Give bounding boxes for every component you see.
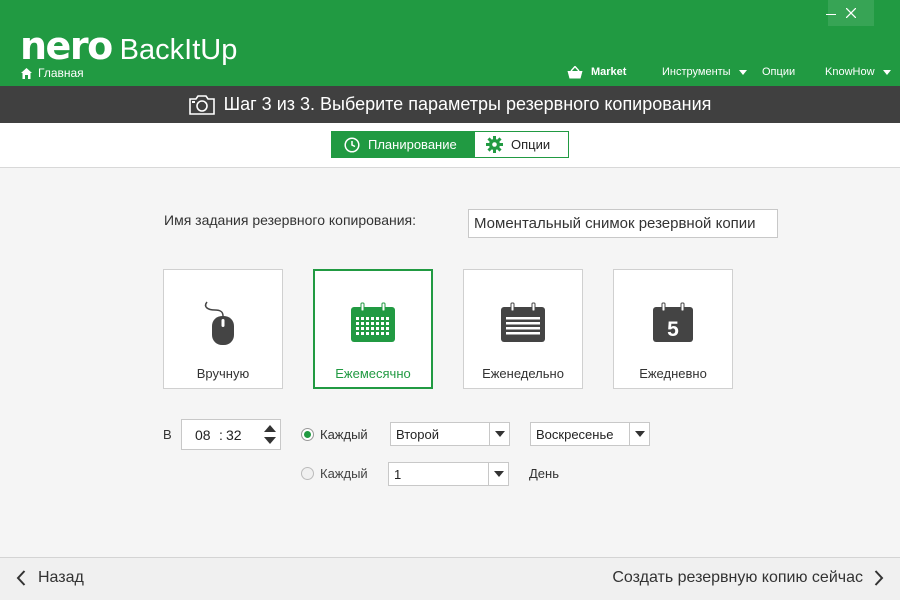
time-separator: :	[219, 427, 223, 443]
chevron-right-icon	[874, 570, 884, 586]
chevron-down-icon[interactable]	[489, 423, 509, 445]
create-backup-now-button[interactable]: Создать резервную копию сейчас	[612, 569, 884, 587]
tab-schedule[interactable]: Планирование	[332, 132, 475, 157]
close-icon	[846, 8, 856, 18]
time-picker[interactable]: 08 : 32	[181, 419, 281, 450]
schedule-card-weekly-label: Еженедельно	[482, 366, 564, 381]
spin-down-icon[interactable]	[264, 437, 276, 444]
tab-options-label: Опции	[511, 137, 551, 152]
time-hours[interactable]: 08	[195, 427, 211, 443]
weekday-value: Воскресенье	[536, 427, 614, 442]
calendar-month-icon	[351, 302, 395, 342]
home-link[interactable]: Главная	[21, 66, 84, 80]
app-header: nero BackItUp Главная Market Инструменты…	[0, 0, 900, 86]
radio-every-day-number[interactable]	[301, 467, 314, 480]
close-button[interactable]	[828, 0, 874, 26]
home-label: Главная	[38, 66, 84, 80]
chevron-down-icon	[882, 69, 891, 75]
radio-every-weekday[interactable]	[301, 428, 314, 441]
week-ordinal-select[interactable]: Второй	[390, 422, 510, 446]
radio-every-day-number-label[interactable]: Каждый	[320, 466, 368, 481]
time-minutes[interactable]: 32	[226, 427, 242, 443]
schedule-card-manual-label: Вручную	[196, 366, 250, 381]
week-ordinal-value: Второй	[396, 427, 439, 442]
market-link[interactable]: Market	[567, 62, 626, 82]
chevron-left-icon	[16, 570, 26, 586]
day-number-select[interactable]: 1	[388, 462, 509, 486]
logo-brand: nero	[20, 24, 113, 68]
day-number-value: 1	[394, 467, 402, 482]
back-button-label: Назад	[38, 569, 84, 586]
schedule-card-manual[interactable]: Вручную	[163, 269, 283, 389]
knowhow-menu[interactable]: KnowHow	[825, 62, 891, 82]
options-label: Опции	[762, 66, 796, 78]
weekday-select[interactable]: Воскресенье	[530, 422, 650, 446]
options-link[interactable]: Опции	[762, 62, 795, 82]
spin-up-icon[interactable]	[264, 425, 276, 432]
home-icon	[21, 67, 32, 79]
basket-icon	[567, 65, 583, 78]
schedule-card-monthly-label: Ежемесячно	[335, 366, 411, 381]
tab-schedule-label: Планирование	[368, 137, 457, 152]
time-spinner[interactable]	[260, 422, 280, 447]
schedule-card-weekly[interactable]: Еженедельно	[463, 269, 583, 389]
back-button[interactable]: Назад	[16, 569, 84, 587]
step-bar: Шаг 3 из 3. Выберите параметры резервног…	[0, 86, 900, 123]
knowhow-label: KnowHow	[825, 66, 875, 78]
step-title: Шаг 3 из 3. Выберите параметры резервног…	[223, 94, 712, 114]
day-unit-label: День	[529, 466, 559, 481]
chevron-down-icon[interactable]	[488, 463, 508, 485]
mouse-icon	[204, 301, 234, 345]
tools-label: Инструменты	[662, 66, 731, 78]
schedule-card-daily[interactable]: 5 Ежедневно	[613, 269, 733, 389]
nero-backitup-logo: nero BackItUp	[20, 26, 237, 66]
job-name-label: Имя задания резервного копирования:	[164, 212, 416, 228]
camera-icon	[188, 95, 215, 115]
tabs-row: Планирование Опции	[0, 123, 900, 168]
calendar-day-number: 5	[667, 318, 679, 341]
tab-strip: Планирование Опции	[331, 131, 569, 158]
chevron-down-icon	[738, 69, 747, 75]
radio-every-weekday-label[interactable]: Каждый	[320, 427, 368, 442]
schedule-card-monthly[interactable]: Ежемесячно	[313, 269, 433, 389]
clock-icon	[344, 136, 360, 153]
market-label: Market	[591, 66, 627, 78]
gear-icon	[486, 136, 503, 153]
schedule-card-daily-label: Ежедневно	[639, 366, 707, 381]
calendar-week-icon	[501, 302, 545, 342]
logo-product: BackItUp	[119, 34, 238, 66]
tools-menu[interactable]: Инструменты	[662, 62, 747, 82]
chevron-down-icon[interactable]	[629, 423, 649, 445]
job-name-input[interactable]	[468, 209, 778, 238]
create-backup-now-label: Создать резервную копию сейчас	[612, 569, 863, 586]
tab-options[interactable]: Опции	[475, 132, 568, 157]
time-label: В	[163, 427, 172, 442]
calendar-day-icon: 5	[653, 302, 693, 342]
footer-bar: Назад Создать резервную копию сейчас	[0, 557, 900, 600]
